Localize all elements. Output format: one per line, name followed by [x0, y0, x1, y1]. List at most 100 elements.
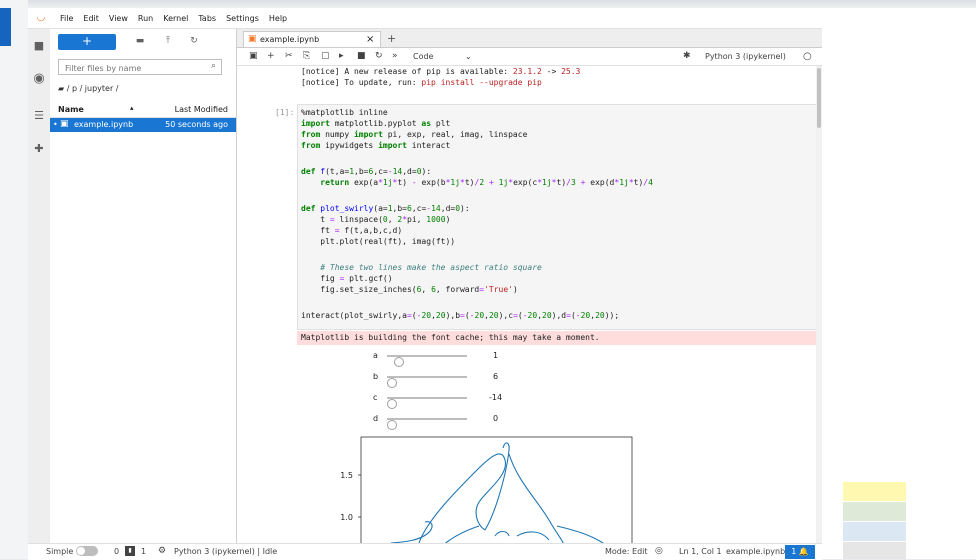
run-icon[interactable]: ▸ [339, 50, 344, 63]
kernel-name[interactable]: Python 3 (ipykernel) [705, 50, 786, 63]
notebook-panel: [notice] A new release of pip is availab… [237, 66, 816, 543]
host-left-panel [0, 0, 28, 559]
cursor-position[interactable]: Ln 1, Col 1 [679, 547, 722, 556]
folder-icon[interactable]: ▰ [58, 84, 64, 93]
cut-icon[interactable]: ✂ [285, 50, 293, 63]
slider-track[interactable] [387, 397, 467, 409]
copy-icon[interactable]: ⎘ [303, 50, 310, 63]
tab-title[interactable]: example.ipynb [260, 35, 319, 44]
slider-label: b [373, 372, 379, 381]
toc-icon[interactable]: ☰ [32, 109, 46, 123]
folder-icon[interactable]: ■ [32, 39, 46, 53]
column-last-modified[interactable]: Last Modified [175, 105, 228, 114]
slider-track[interactable] [387, 418, 467, 430]
slider-value[interactable]: 0 [493, 414, 498, 423]
tab-example-notebook[interactable]: ▣ example.ipynb × [243, 31, 381, 47]
add-tab-button[interactable]: + [387, 32, 396, 45]
color-swatch-blue [843, 522, 906, 541]
menu-tabs[interactable]: Tabs [198, 14, 216, 23]
code-line: plt.plot(real(ft), imag(ft)) [301, 237, 456, 246]
slider-handle[interactable] [387, 420, 397, 430]
close-icon[interactable]: × [366, 34, 374, 45]
restart-icon[interactable]: ↻ [375, 50, 383, 63]
new-launcher-button[interactable]: + [58, 34, 116, 50]
slider-handle[interactable] [387, 378, 397, 388]
file-filter-input[interactable] [63, 61, 197, 75]
slider-value[interactable]: 6 [493, 372, 498, 381]
notebook-scrollbar[interactable] [816, 66, 822, 543]
bug-icon[interactable]: ✱ [683, 50, 691, 63]
slider-value[interactable]: 1 [493, 351, 498, 360]
kernel-status[interactable]: Python 3 (ipykernel) | Idle [174, 547, 277, 556]
simple-mode-toggle[interactable] [76, 546, 98, 556]
code-line: fig.set_size_inches(6, 6, forward='True'… [301, 285, 518, 294]
output-notice-line: [notice] To update, run: pip install --u… [301, 78, 542, 88]
breadcrumb-path[interactable]: / p / jupyter / [67, 84, 119, 93]
plot-axes [360, 436, 633, 543]
edit-mode: Mode: Edit [605, 547, 648, 556]
code-line: def plot_swirly(a=1,b=6,c=-14,d=0): [301, 204, 470, 213]
scrollbar-thumb[interactable] [817, 68, 821, 128]
kernel-gear-icon[interactable]: ⚙ [158, 546, 166, 556]
execution-prompt: [1]: [275, 108, 295, 117]
code-line: t = linspace(0, 2*pi, 1000) [301, 215, 451, 224]
tab-bar: ▣ example.ipynb × + [237, 29, 822, 48]
menubar: ◡ File Edit View Run Kernel Tabs Setting… [28, 8, 822, 29]
y-tick-label: 1.0 [340, 513, 353, 522]
fast-forward-icon[interactable]: » [392, 50, 398, 63]
notice-new-version: 25.3 [561, 67, 581, 76]
menu-edit[interactable]: Edit [83, 14, 99, 23]
upload-icon[interactable]: ⤒ [162, 35, 174, 47]
terminal-count[interactable]: 0 [114, 547, 119, 556]
cell-type-select[interactable]: Code [413, 50, 433, 63]
chevron-down-icon[interactable]: ⌄ [465, 50, 472, 63]
sort-caret-icon[interactable]: ▴ [130, 104, 134, 112]
extension-icon[interactable]: ✚ [32, 142, 46, 156]
filter-box: ⌕ [58, 59, 222, 75]
kernel-count[interactable]: 1 [141, 547, 146, 556]
new-folder-icon[interactable]: ▬ [134, 35, 146, 47]
paste-icon[interactable]: ▢ [321, 50, 330, 63]
add-cell-icon[interactable]: + [267, 50, 275, 63]
running-icon[interactable]: ◉ [32, 72, 46, 86]
refresh-icon[interactable]: ↻ [188, 35, 200, 47]
kernel-status-icon: ○ [803, 51, 812, 62]
code-line: import matplotlib.pyplot as plt [301, 119, 451, 128]
slider-handle[interactable] [394, 357, 404, 367]
jupyterlab-window: ◡ File Edit View Run Kernel Tabs Setting… [28, 8, 822, 560]
menu-file[interactable]: File [60, 14, 73, 23]
y-tick-label: 1.5 [340, 471, 353, 480]
output-notice-line: [notice] A new release of pip is availab… [301, 67, 580, 77]
slider-track[interactable] [387, 355, 467, 367]
menu-run[interactable]: Run [138, 14, 153, 23]
code-line: def f(t,a=1,b=6,c=-14,d=0): [301, 167, 432, 176]
file-list-header: Name ▴ Last Modified [50, 103, 236, 118]
menu-view[interactable]: View [109, 14, 128, 23]
status-file-name: example.ipynb [726, 547, 786, 556]
terminal-icon[interactable]: ▮ [125, 546, 135, 556]
code-line: from numpy import pi, exp, real, imag, l… [301, 130, 528, 139]
save-icon[interactable]: ▣ [249, 50, 258, 63]
code-line: ft = f(t,a,b,c,d) [301, 226, 403, 235]
column-name[interactable]: Name [58, 105, 84, 114]
slider-handle[interactable] [387, 399, 397, 409]
file-row[interactable]: • ▣ example.ipynb 50 seconds ago [50, 118, 236, 132]
code-line: fig = plt.gcf() [301, 274, 393, 283]
file-name[interactable]: example.ipynb [74, 120, 133, 129]
running-dot-icon: • [53, 120, 58, 129]
slider-track[interactable] [387, 376, 467, 388]
bell-icon: 🔔 [798, 547, 809, 556]
slider-value[interactable]: -14 [489, 393, 502, 402]
stderr-text: Matplotlib is building the font cache; t… [301, 333, 600, 342]
menu-help[interactable]: Help [269, 14, 287, 23]
status-bar: Simple 0 ▮ 1 ⚙ Python 3 (ipykernel) | Id… [28, 543, 822, 560]
notice-text: [notice] To update, run: [301, 78, 422, 87]
stop-icon[interactable]: ■ [357, 50, 366, 63]
notebook-icon: ▣ [60, 119, 69, 129]
color-swatch-yellow [843, 482, 906, 501]
menu-kernel[interactable]: Kernel [163, 14, 188, 23]
slider-label: c [373, 393, 378, 402]
notification-badge[interactable]: 1 🔔 [785, 545, 815, 559]
shield-icon[interactable]: ◎ [655, 546, 663, 556]
menu-settings[interactable]: Settings [226, 14, 259, 23]
